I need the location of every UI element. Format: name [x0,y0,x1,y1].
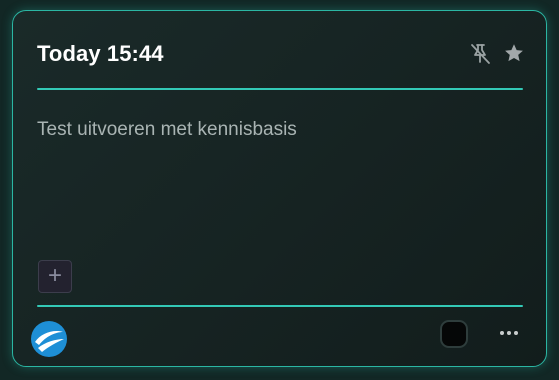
more-options-button[interactable] [497,324,521,342]
footer-divider [37,305,523,307]
more-horizontal-icon [500,331,504,335]
color-picker-button[interactable] [440,320,468,348]
star-icon [505,44,523,62]
note-card: Today 15:44 Test uitvoeren met kennisbas… [12,10,547,367]
pin-off-icon [471,44,490,64]
plus-icon: + [47,261,62,289]
note-title: Today 15:44 [37,41,164,66]
header-divider [37,88,523,90]
note-content[interactable]: Test uitvoeren met kennisbasis [37,119,297,141]
favorite-button[interactable] [503,42,525,64]
unpin-button[interactable] [468,42,492,66]
add-button[interactable]: + [38,260,72,293]
app-logo-icon [30,320,68,358]
